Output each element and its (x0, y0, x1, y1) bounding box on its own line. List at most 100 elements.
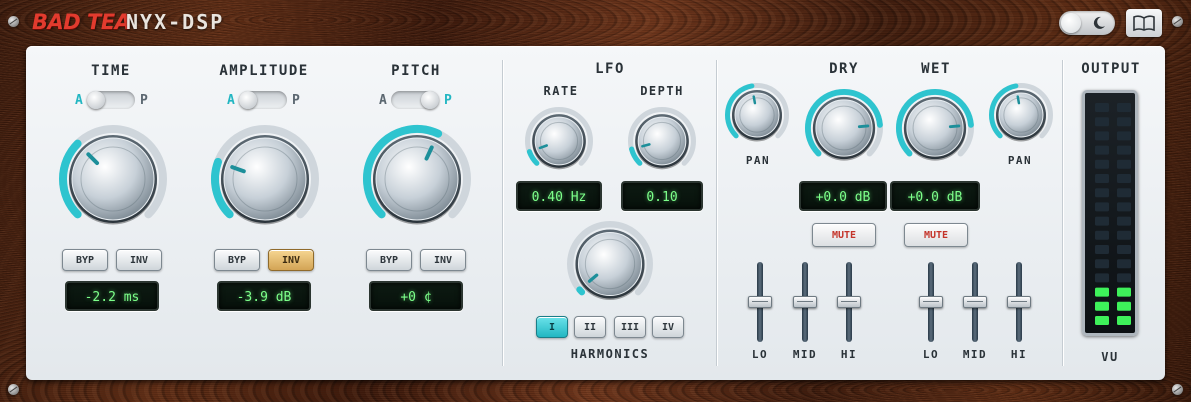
time-knob[interactable] (56, 122, 170, 236)
vu-segment (1095, 245, 1109, 254)
time-bypass-button[interactable]: BYP (62, 249, 108, 271)
screw-icon (8, 384, 19, 395)
lfo-depth-label: DEPTH (640, 84, 684, 98)
pitch-title: PITCH (391, 63, 441, 79)
wet-readout: +0.0 dB (890, 181, 980, 211)
time-invert-button[interactable]: INV (116, 249, 162, 271)
pitch-invert-button[interactable]: INV (420, 249, 466, 271)
dry-eq-lo-label: LO (751, 348, 769, 361)
amplitude-mode-p-label: P (292, 93, 300, 108)
vu-segment (1095, 316, 1109, 325)
dry-pan-knob[interactable] (722, 80, 792, 150)
wet-level-knob[interactable] (893, 86, 977, 170)
manual-button[interactable] (1126, 9, 1162, 37)
lfo-rate-readout: 0.40 Hz (516, 181, 602, 211)
product-name: NYX-DSP (126, 10, 225, 34)
vu-segment (1095, 287, 1109, 297)
harmonic-button-1[interactable]: I (536, 316, 568, 338)
wet-eq-lo-fader[interactable] (919, 262, 943, 342)
lfo-title: LFO (595, 61, 625, 77)
toggle-thumb (1061, 13, 1081, 33)
wet-eq-hi-label: HI (1010, 348, 1028, 361)
vu-segment (1095, 301, 1109, 311)
vu-segment (1117, 273, 1131, 283)
amplitude-knob[interactable] (208, 122, 322, 236)
vu-segment (1117, 202, 1131, 212)
vu-segment (1117, 174, 1131, 183)
brand-logo: BAD TEA (32, 10, 131, 34)
main-panel: TIME A P BYP INV -2.2 ms AMPLITUDE A P B… (26, 46, 1165, 380)
lfo-depth-readout: 0.10 (621, 181, 703, 211)
pitch-readout: +0 ¢ (369, 281, 463, 311)
vu-segment (1117, 145, 1131, 155)
time-mode-a-label: A (75, 93, 83, 108)
pitch-bypass-button[interactable]: BYP (366, 249, 412, 271)
time-readout: -2.2 ms (65, 281, 159, 311)
wet-eq-mid-label: MID (962, 348, 988, 361)
vu-segment (1117, 131, 1131, 141)
amplitude-invert-button[interactable]: INV (268, 249, 314, 271)
wet-title: WET (921, 61, 951, 77)
vu-segment (1095, 259, 1109, 269)
vu-segment (1095, 159, 1109, 169)
wet-mute-button[interactable]: MUTE (904, 223, 968, 247)
vu-segment (1117, 301, 1131, 311)
vu-segment (1117, 245, 1131, 254)
vu-segment (1095, 145, 1109, 155)
dry-eq-lo-fader[interactable] (748, 262, 772, 342)
screw-icon (1172, 384, 1183, 395)
vu-segment (1117, 259, 1131, 269)
pitch-knob[interactable] (360, 122, 474, 236)
amplitude-mode-a-label: A (227, 93, 235, 108)
screw-icon (8, 16, 19, 27)
vu-segment (1095, 174, 1109, 183)
lfo-rate-knob[interactable] (522, 104, 596, 178)
amplitude-bypass-button[interactable]: BYP (214, 249, 260, 271)
harmonic-button-3[interactable]: III (614, 316, 646, 338)
wet-eq-hi-fader[interactable] (1007, 262, 1031, 342)
vu-segment (1095, 230, 1109, 240)
vu-segment (1117, 287, 1131, 297)
harmonics-label: HARMONICS (570, 347, 650, 361)
book-icon (1133, 15, 1155, 32)
vu-segment (1117, 117, 1131, 127)
time-mode-p-label: P (140, 93, 148, 108)
moon-icon (1093, 16, 1105, 29)
vu-meter-segments (1095, 103, 1131, 325)
time-mode-switch[interactable] (87, 91, 135, 109)
vu-segment (1095, 188, 1109, 198)
pitch-mode-switch[interactable] (391, 91, 439, 109)
lfo-rate-label: RATE (543, 84, 579, 98)
amplitude-readout: -3.9 dB (217, 281, 311, 311)
divider (716, 60, 717, 366)
amplitude-title: AMPLITUDE (219, 63, 309, 79)
dry-pan-label: PAN (745, 154, 771, 167)
screw-icon (1172, 16, 1183, 27)
harmonic-button-4[interactable]: IV (652, 316, 684, 338)
vu-segment (1095, 202, 1109, 212)
wet-eq-mid-fader[interactable] (963, 262, 987, 342)
vu-segment (1117, 188, 1131, 198)
dry-level-knob[interactable] (802, 86, 886, 170)
vu-segment (1095, 216, 1109, 226)
dry-mute-button[interactable]: MUTE (812, 223, 876, 247)
plugin-window: BAD TEA NYX-DSP TIME A P BYP INV -2.2 ms… (0, 0, 1191, 402)
vu-segment (1117, 103, 1131, 112)
lfo-depth-knob[interactable] (625, 104, 699, 178)
time-title: TIME (91, 63, 131, 79)
harmonic-button-2[interactable]: II (574, 316, 606, 338)
amplitude-mode-switch[interactable] (239, 91, 287, 109)
pitch-mode-a-label: A (379, 93, 387, 108)
vu-segment (1117, 159, 1131, 169)
theme-toggle[interactable] (1059, 11, 1115, 35)
dry-eq-hi-fader[interactable] (837, 262, 861, 342)
dry-eq-mid-fader[interactable] (793, 262, 817, 342)
vu-segment (1095, 117, 1109, 127)
vu-meter (1082, 90, 1138, 336)
wet-pan-knob[interactable] (986, 80, 1056, 150)
lfo-harmonics-knob[interactable] (564, 218, 656, 310)
dry-readout: +0.0 dB (799, 181, 887, 211)
wet-pan-label: PAN (1007, 154, 1033, 167)
vu-label: VU (1101, 350, 1119, 364)
vu-segment (1117, 316, 1131, 325)
